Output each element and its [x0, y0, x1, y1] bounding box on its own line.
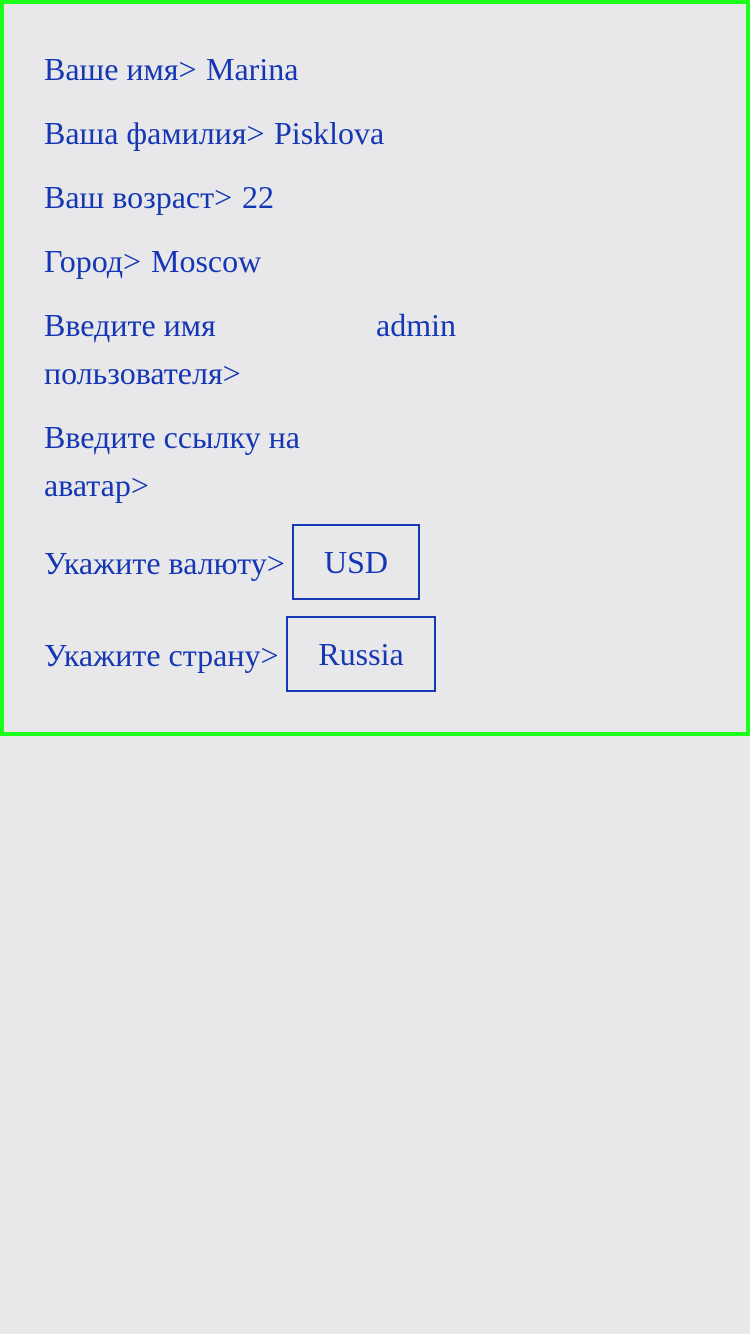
- city-label: Город>: [44, 243, 142, 279]
- currency-label: Укажите валюту>: [44, 545, 285, 581]
- name-value[interactable]: Marina: [206, 45, 298, 93]
- country-row: Укажите страну>: [44, 631, 278, 679]
- username-input[interactable]: admin: [376, 301, 456, 349]
- username-label: Введите имя пользователя>: [44, 301, 241, 397]
- country-label: Укажите страну>: [44, 637, 279, 673]
- surname-value[interactable]: Pisklova: [274, 109, 384, 157]
- avatar-label: Введите ссылку на аватар>: [44, 413, 300, 509]
- name-label: Ваше имя>: [44, 51, 197, 87]
- surname-row: Ваша фамилия>: [44, 109, 265, 157]
- age-row: Ваш возраст>: [44, 173, 232, 221]
- surname-label: Ваша фамилия>: [44, 115, 265, 151]
- username-label-line2: пользователя>: [44, 355, 241, 391]
- name-row: Ваше имя>: [44, 45, 197, 93]
- username-label-line1: Введите имя: [44, 307, 216, 343]
- currency-select[interactable]: USD: [292, 524, 420, 600]
- city-value[interactable]: Moscow: [151, 237, 261, 285]
- avatar-url-input[interactable]: [344, 413, 544, 461]
- age-label: Ваш возраст>: [44, 179, 233, 215]
- avatar-label-line1: Введите ссылку на: [44, 419, 300, 455]
- currency-row: Укажите валюту>: [44, 539, 285, 587]
- profile-form-panel: Ваше имя> Marina Ваша фамилия> Pisklova …: [0, 0, 750, 736]
- country-select[interactable]: Russia: [286, 616, 436, 692]
- age-value[interactable]: 22: [242, 173, 274, 221]
- avatar-label-line2: аватар>: [44, 467, 149, 503]
- city-row: Город>: [44, 237, 141, 285]
